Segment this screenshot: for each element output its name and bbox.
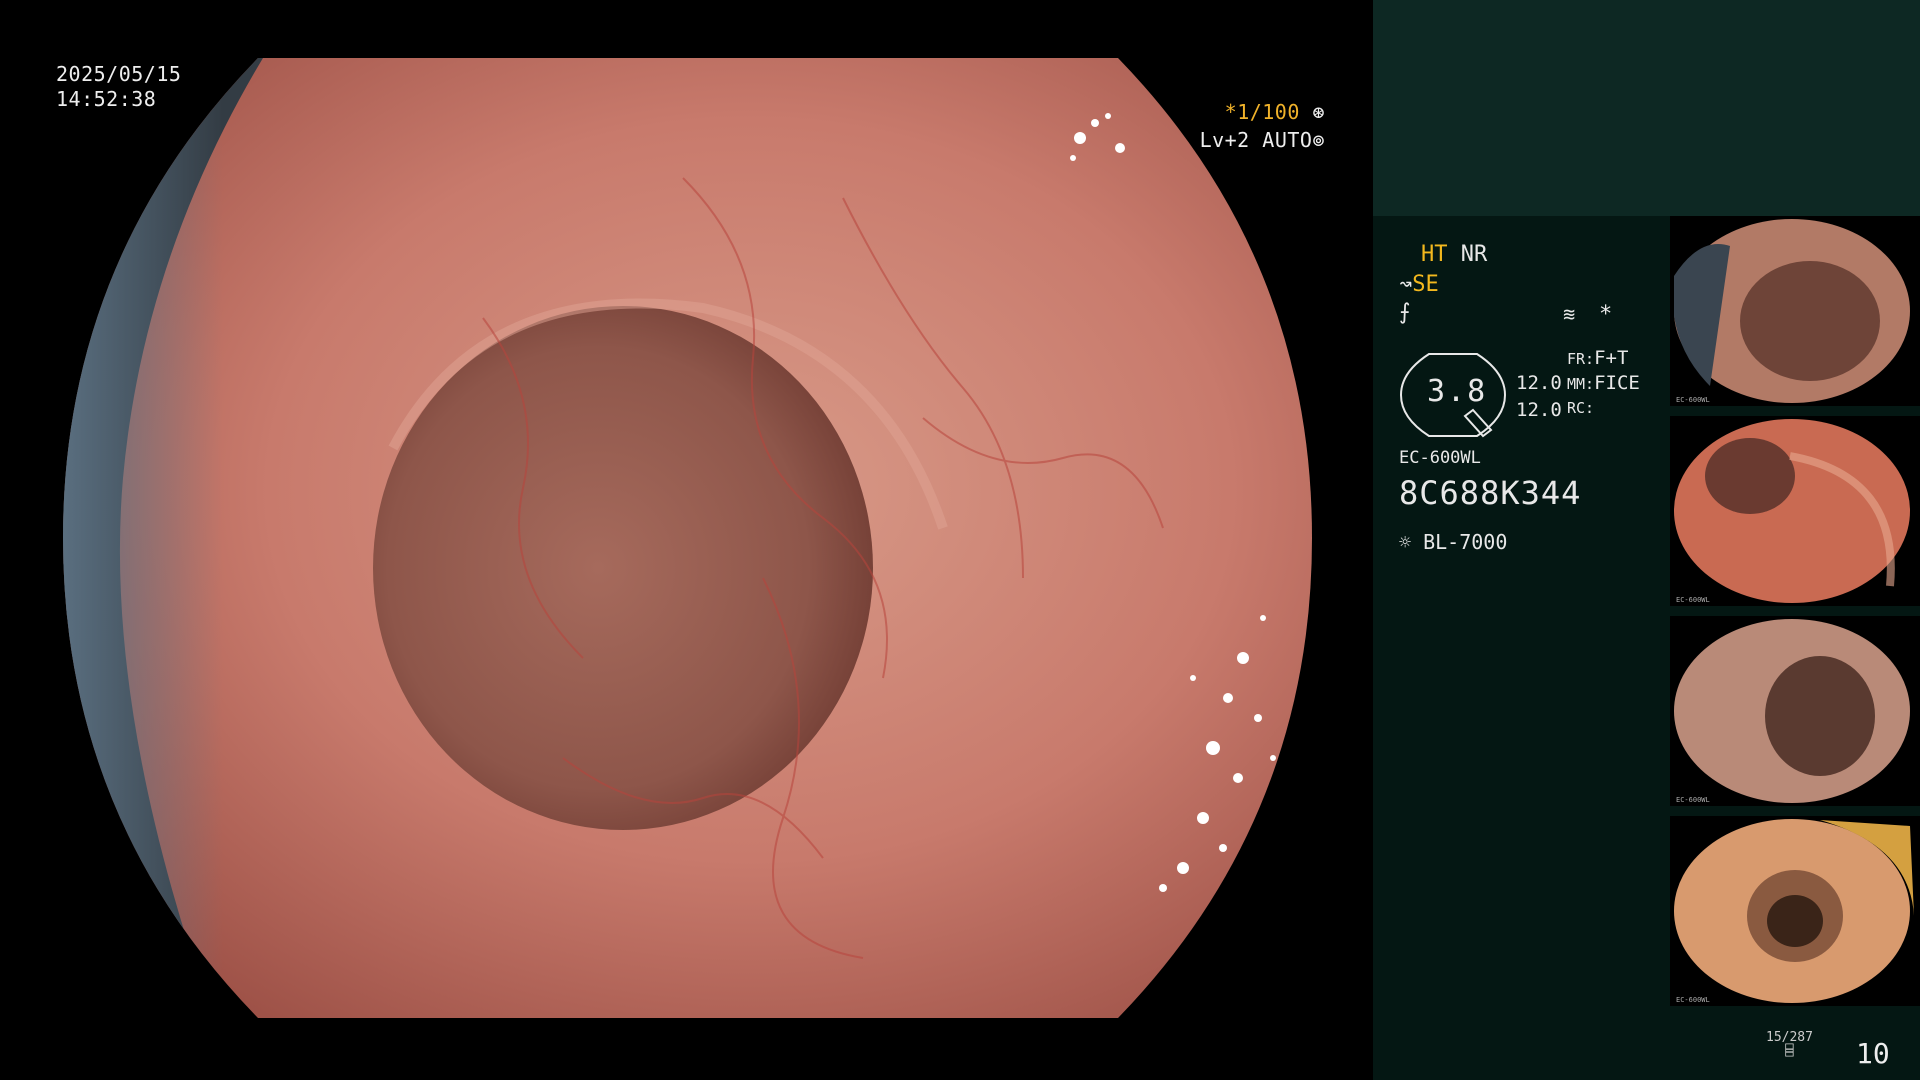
se-indicator: SE xyxy=(1412,272,1439,297)
date: 2025/05/15 xyxy=(56,62,182,86)
page-number: 10 xyxy=(1856,1037,1890,1070)
menu-icon: ≋ xyxy=(1563,302,1576,326)
value-2: 12.0 xyxy=(1516,399,1562,421)
thumbnail-strip: EC-600WL EC-600WL EC-600WL EC-600WL xyxy=(1670,216,1920,1020)
light-source-label: BL-7000 xyxy=(1423,530,1508,554)
shutter-speed: 1/100 xyxy=(1237,100,1300,124)
star-indicator: * xyxy=(1599,302,1613,327)
thumbnail-image xyxy=(1674,219,1910,403)
thumbnail[interactable]: EC-600WL xyxy=(1670,416,1920,606)
fr-value: F+T xyxy=(1594,347,1629,369)
shutter-star: * xyxy=(1224,100,1238,124)
thumbnail[interactable]: EC-600WL xyxy=(1670,816,1920,1006)
light-source: ☼ BL-7000 xyxy=(1399,530,1507,554)
thumbnail[interactable]: EC-600WL xyxy=(1670,216,1920,406)
thumbnail-label: EC-600WL xyxy=(1676,996,1710,1004)
ht-nr-row: HT NR xyxy=(1421,242,1487,267)
gauge-value: 3.8 xyxy=(1427,374,1488,409)
scope-icon: ↝ xyxy=(1399,272,1413,297)
signal-icon: ⨍ xyxy=(1399,300,1411,325)
thumbnail-image xyxy=(1674,419,1910,603)
scope-model: EC-600WL xyxy=(1399,448,1481,468)
thumbnail-label: EC-600WL xyxy=(1676,596,1710,604)
sun-icon: ☼ xyxy=(1399,530,1412,554)
storage-indicator: 15/287 ⌸ xyxy=(1766,1030,1813,1059)
thumbnail-image xyxy=(1674,619,1910,803)
iris-mode: AUTO xyxy=(1262,128,1313,152)
fr-label: FR: xyxy=(1567,350,1595,368)
se-row: ↝SE xyxy=(1399,272,1439,297)
storage-icon: ⌸ xyxy=(1785,1043,1794,1059)
side-panel-header xyxy=(1373,0,1920,216)
shutter-row: *1/100 ⊛ xyxy=(1200,98,1325,126)
thumbnail[interactable]: EC-600WL xyxy=(1670,616,1920,806)
ht-indicator: HT xyxy=(1421,242,1448,267)
thumbnail-label: EC-600WL xyxy=(1676,396,1710,404)
mode-block: FR:F+T MM:FICE RC: xyxy=(1567,346,1640,420)
value-1: 12.0 xyxy=(1516,372,1562,394)
nr-indicator: NR xyxy=(1460,242,1488,267)
aperture-icon: ⊛ xyxy=(1312,100,1325,124)
serial-number: 8C688K344 xyxy=(1399,474,1582,512)
brightness-icon: ⊚ xyxy=(1312,128,1325,152)
values-block: 12.0 12.0 xyxy=(1516,370,1562,424)
mm-label: MM: xyxy=(1567,375,1595,393)
brightness-level: Lv+2 xyxy=(1199,128,1250,152)
main-endoscope-view: 2025/05/15 14:52:38 *1/100 ⊛ Lv+2 AUTO⊚ xyxy=(0,0,1373,1080)
exposure-info: *1/100 ⊛ Lv+2 AUTO⊚ xyxy=(1200,98,1325,154)
level-row: Lv+2 AUTO⊚ xyxy=(1200,126,1325,154)
thumbnail-label: EC-600WL xyxy=(1676,796,1710,804)
endoscope-image xyxy=(63,58,1312,1018)
date-time: 2025/05/15 14:52:38 xyxy=(56,62,181,112)
time: 14:52:38 xyxy=(56,87,157,111)
thumbnail-image xyxy=(1674,819,1914,1003)
mm-value: FICE xyxy=(1594,372,1640,394)
rc-label: RC: xyxy=(1567,399,1595,417)
